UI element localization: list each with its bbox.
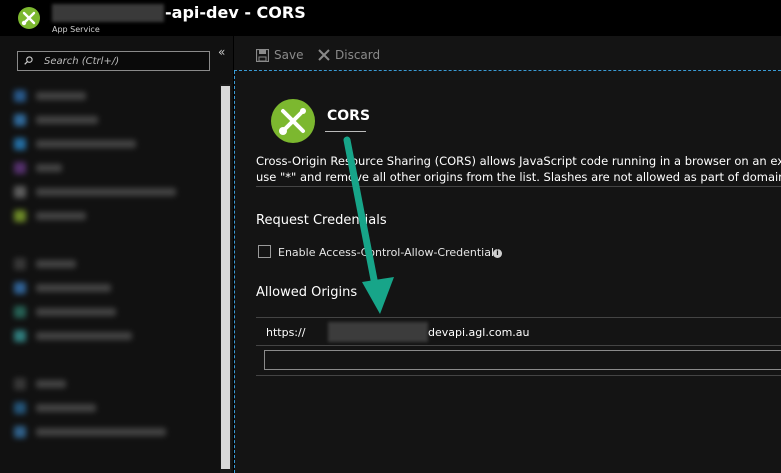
redacted-origin-host xyxy=(328,322,428,342)
app-header: -api-dev - CORS App Service xyxy=(0,0,781,36)
origin-prefix: https:// xyxy=(266,326,306,339)
enable-credentials-label: Enable Access-Control-Allow-Credentials xyxy=(278,246,500,259)
redacted-app-name xyxy=(52,4,164,22)
close-icon xyxy=(318,49,330,61)
allowed-origins-heading: Allowed Origins xyxy=(256,285,358,300)
command-bar: Save Discard xyxy=(234,36,781,71)
sidebar-search[interactable] xyxy=(17,51,210,71)
page-title: -api-dev - CORS xyxy=(165,3,306,22)
enable-credentials-checkbox[interactable] xyxy=(258,245,271,258)
blade-focus-border xyxy=(234,71,236,473)
new-origin-input[interactable] xyxy=(264,350,781,370)
search-input[interactable] xyxy=(44,54,204,68)
discard-button[interactable]: Discard xyxy=(318,47,380,63)
app-service-logo-icon xyxy=(18,7,40,29)
info-icon[interactable]: i xyxy=(493,249,502,258)
discard-label: Discard xyxy=(335,48,381,62)
allowed-origin-row[interactable]: https:// devapi.agl.com.au xyxy=(256,317,781,346)
cors-blade: Save Discard CORS Cross-Origin Resource … xyxy=(234,36,781,473)
blade-title: CORS xyxy=(327,108,371,124)
page-subtitle: App Service xyxy=(52,25,100,34)
blade-title-underline xyxy=(325,131,366,132)
new-origin-row xyxy=(256,346,781,376)
save-button[interactable]: Save xyxy=(256,47,303,63)
description-line-2: use "*" and remove all other origins fro… xyxy=(256,170,781,184)
sidebar-menu-blurred xyxy=(0,84,218,473)
save-icon xyxy=(256,48,269,62)
sidebar-scrollbar-thumb[interactable] xyxy=(221,86,230,469)
request-credentials-heading: Request Credentials xyxy=(256,213,387,228)
app-service-logo-icon xyxy=(271,99,315,143)
divider xyxy=(256,186,781,187)
search-icon xyxy=(24,56,33,65)
double-chevron-left-icon[interactable]: « xyxy=(218,45,225,59)
save-label: Save xyxy=(274,48,304,62)
sidebar: « xyxy=(0,36,233,473)
origin-suffix: devapi.agl.com.au xyxy=(428,326,530,339)
description-line-1: Cross-Origin Resource Sharing (CORS) all… xyxy=(256,154,781,168)
cors-description: Cross-Origin Resource Sharing (CORS) all… xyxy=(256,153,781,185)
